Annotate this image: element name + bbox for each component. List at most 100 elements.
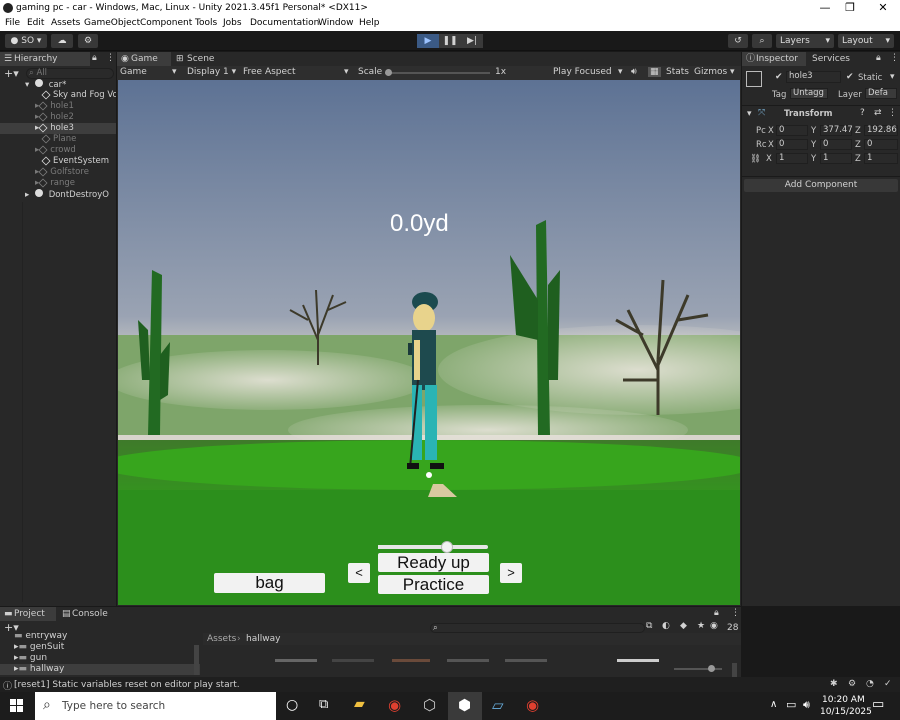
active-checkbox[interactable]: ✔ [775,72,783,82]
lock-icon[interactable]: 🔒︎ [714,608,719,618]
asset-thumbnail[interactable] [617,659,659,662]
scale-x-field[interactable]: 1 [776,153,808,164]
favorite-icon[interactable]: ★ [697,621,705,631]
thumbnail-size-handle[interactable] [708,665,715,672]
list-item[interactable]: ▸ Golfstore [0,167,116,178]
more-icon[interactable]: ⋮ [888,108,897,118]
collab-icon[interactable]: ⚙ [78,34,98,48]
list-item-selected[interactable]: ▸ hole3 [0,123,116,134]
status-message[interactable]: [reset1] Static variables reset on edito… [14,680,240,690]
tab-console[interactable]: ▤ Console [58,607,114,621]
hierarchy-search-input[interactable]: ⌕ All [26,68,114,79]
display-dropdown[interactable]: Display 1 ▾ [187,67,236,77]
practice-button[interactable]: Practice [378,575,489,594]
position-z-field[interactable]: 192.86 [864,125,898,136]
game-viewport[interactable]: 0.0yd Ready up Practice bag < > [118,80,740,605]
gizmos-button[interactable]: Gizmos [694,67,727,77]
play-button[interactable]: ▶ [417,34,439,48]
clock-date[interactable]: 10/15/2025 [820,707,872,717]
tab-hierarchy[interactable]: ☰ Hierarchy [0,52,90,66]
position-x-field[interactable]: 0 [776,125,808,136]
label-icon[interactable]: ◆ [680,621,687,631]
gear-icon[interactable]: ⚙ [848,679,856,689]
cloud-icon[interactable]: ☁ [51,34,73,48]
menu-assets[interactable]: Assets [51,18,80,28]
settings-icon[interactable]: ⇄ [874,108,882,118]
play-focused-dropdown[interactable]: Play Focused [553,67,612,77]
stats-button[interactable]: Stats [666,67,689,77]
layers-dropdown[interactable]: Layers ▾ [776,34,834,48]
list-item[interactable]: ▸ range [0,178,116,189]
tab-game[interactable]: ◉ Game [117,52,171,66]
menu-file[interactable]: File [5,18,20,28]
bag-button[interactable]: bag [214,573,325,593]
volume-icon[interactable]: 🔊︎ [803,698,810,712]
help-icon[interactable]: ? [860,108,865,118]
close-button[interactable]: ✕ [868,0,898,16]
menu-window[interactable]: Window [318,18,354,28]
aspect-dropdown[interactable]: Free Aspect [243,67,296,77]
menu-gameobject[interactable]: GameObject [84,18,140,28]
check-icon[interactable]: ✓ [884,679,892,689]
position-y-field[interactable]: 377.47 [820,125,853,136]
notifications-icon[interactable]: ▭ [872,697,884,712]
power-slider[interactable] [378,541,488,553]
cortana-icon[interactable]: ○ [286,697,298,713]
asset-thumbnail[interactable] [447,659,489,662]
next-club-button[interactable]: > [500,563,522,583]
chevron-down-icon[interactable]: ▾ [890,72,895,82]
unity-hub-icon[interactable]: ⬡ [423,696,436,714]
expand-icon[interactable]: ▾ [747,109,752,119]
clock-time[interactable]: 10:20 AM [822,695,865,705]
ready-up-button[interactable]: Ready up [378,553,489,572]
search-icon[interactable]: ⌕ [752,34,772,48]
game-mode-dropdown[interactable]: Game [120,67,147,77]
menu-edit[interactable]: Edit [27,18,44,28]
windows-start-icon[interactable] [10,699,24,713]
rotation-y-field[interactable]: 0 [820,139,852,150]
scale-slider-handle[interactable] [385,69,392,76]
menu-jobs[interactable]: Jobs [223,18,242,28]
progress-icon[interactable]: ◔ [866,679,874,689]
lock-icon[interactable]: 🔒︎ [92,53,97,63]
tab-scene[interactable]: ⊞ Scene [173,52,223,66]
previous-club-button[interactable]: < [348,563,370,583]
chrome-icon[interactable]: ◉ [526,696,539,714]
notepad-icon[interactable]: ▱ [492,696,504,714]
scene-row[interactable]: ▾ car* [0,79,116,90]
project-search-input[interactable]: ⌕ [430,623,645,633]
history-icon[interactable]: ↺ [728,34,748,48]
bug-icon[interactable]: ✱ [830,679,838,689]
list-item-selected[interactable]: ▸▬ hallway [0,664,200,675]
object-name-field[interactable]: hole3 [786,71,841,83]
tab-project[interactable]: ▬ Project [0,607,56,621]
chevron-up-icon[interactable]: ∧ [770,699,777,710]
more-icon[interactable]: ⋮ [890,53,899,63]
menu-documentation[interactable]: Documentation [250,18,319,28]
breadcrumb-hallway[interactable]: hallway [246,634,280,644]
asset-thumbnail[interactable] [392,659,430,662]
scale-slider[interactable] [385,72,490,74]
stats-grid-icon[interactable]: ▦ [648,67,661,77]
menu-tools[interactable]: Tools [195,18,217,28]
list-item[interactable]: ▸ hole2 [0,112,116,123]
network-icon[interactable]: ▭ [786,698,796,711]
list-item[interactable]: ▬ entryway [14,633,194,642]
list-item[interactable]: Plane [0,134,116,145]
rotation-z-field[interactable]: 0 [864,139,898,150]
list-item[interactable]: ▸▬ gun [14,653,194,664]
more-icon[interactable]: ⋮ [731,608,740,618]
link-scale-icon[interactable]: ⛓ [750,154,761,164]
list-item[interactable]: ▸ hole1 [0,101,116,112]
unity-editor-taskbar-button[interactable]: ⬢ [448,692,482,720]
task-view-icon[interactable]: ⧉ [319,697,328,712]
static-checkbox[interactable]: ✔ [846,72,854,82]
breadcrumb-assets[interactable]: Assets [207,634,236,644]
asset-thumbnail[interactable] [275,659,317,662]
step-button[interactable]: ▶| [461,34,483,48]
layout-dropdown[interactable]: Layout ▾ [838,34,894,48]
tab-services[interactable]: Services [806,52,866,66]
menu-help[interactable]: Help [359,18,380,28]
chrome-icon[interactable]: ◉ [388,696,401,714]
list-item[interactable]: ▸ crowd [0,145,116,156]
